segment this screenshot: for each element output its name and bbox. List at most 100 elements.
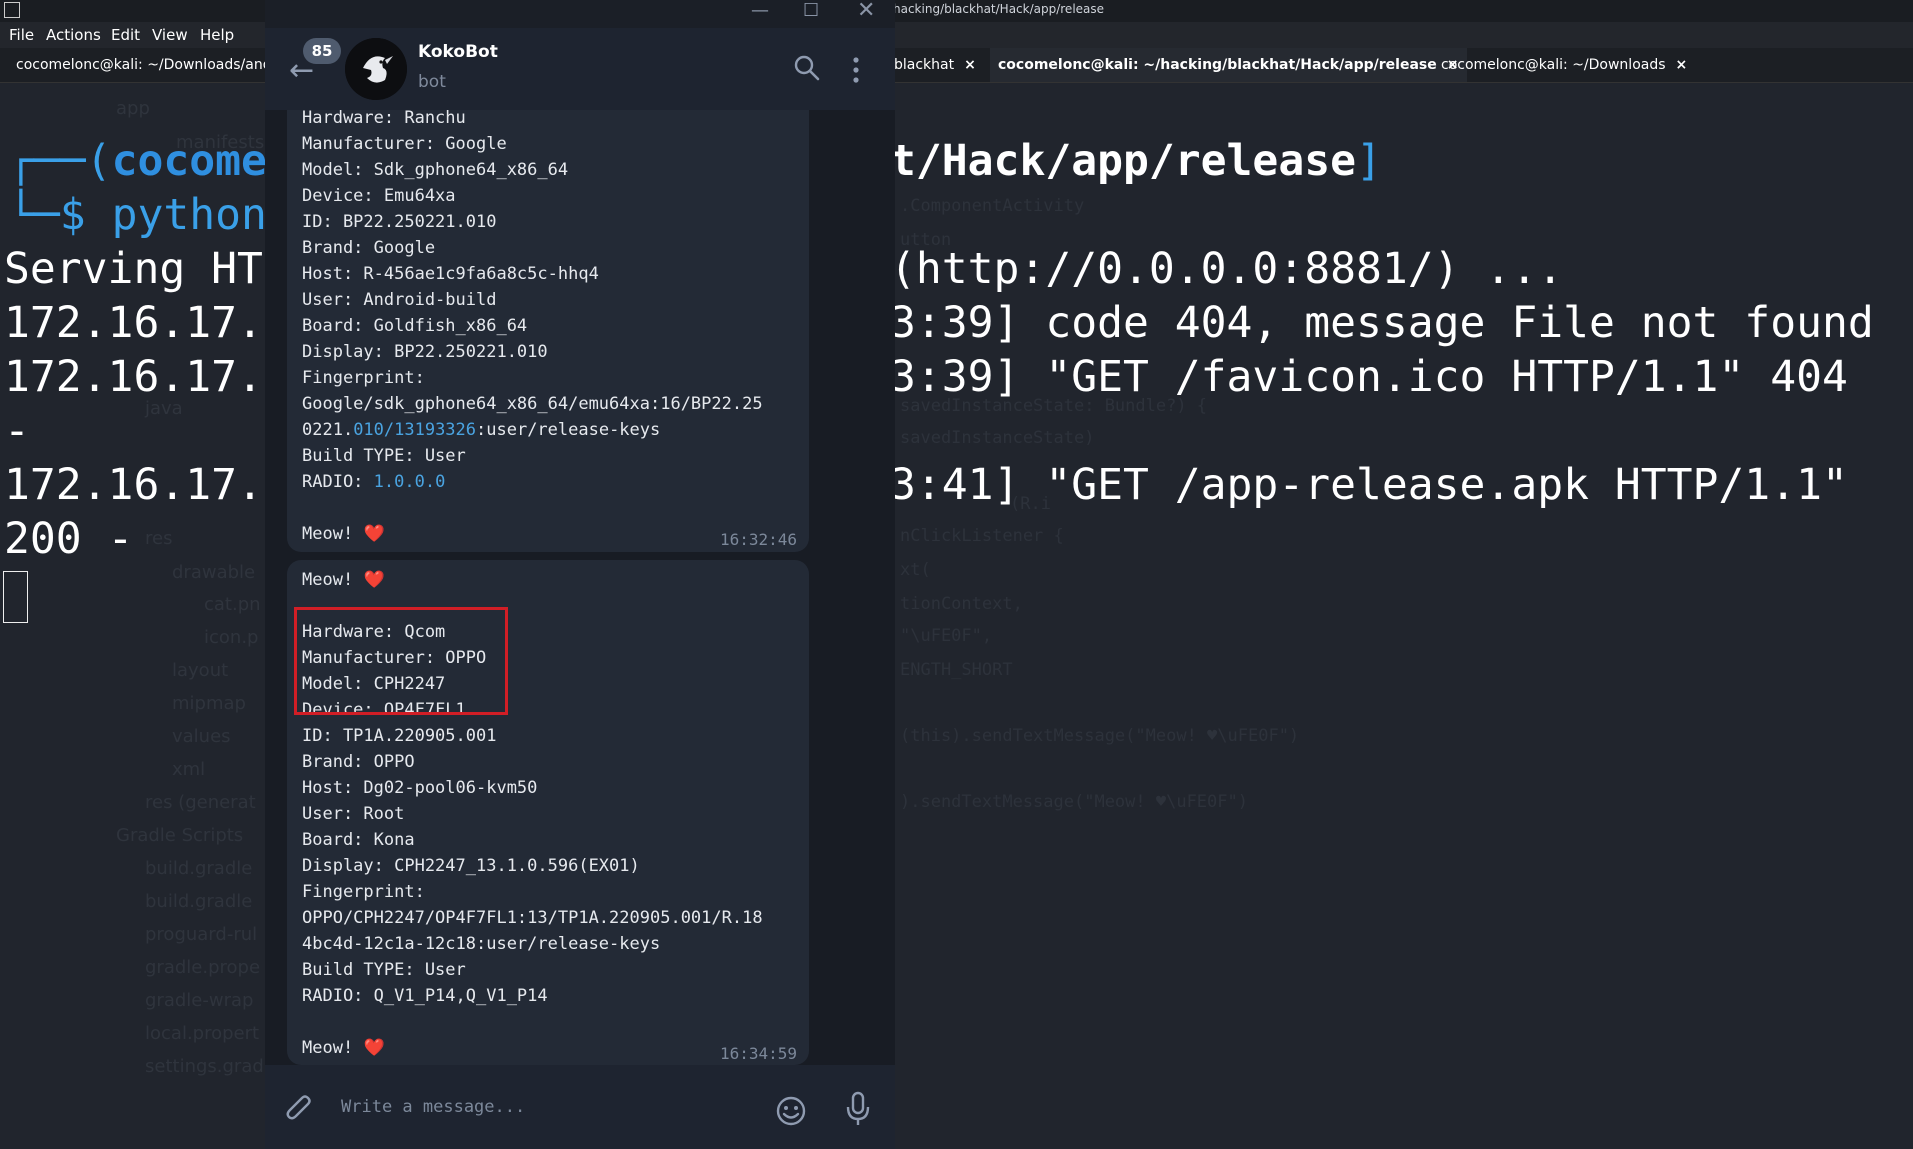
heart-icon: ❤️ <box>363 524 385 544</box>
ghost-text: settings.grad <box>145 1056 264 1077</box>
message-text-line: OPPO/CPH2247/OP4F7FL1:13/TP1A.220905.001… <box>302 908 763 928</box>
ghost-text: cat.pn <box>204 594 261 615</box>
ghost-text: (this).sendTextMessage("Meow! ♥\uFE0F") <box>900 726 1300 746</box>
ghost-text: build.gradle <box>145 891 253 912</box>
ghost-text: Gradle Scripts <box>116 825 244 846</box>
message-text-line: Google/sdk_gphone64_x86_64/emu64xa:16/BP… <box>302 394 763 414</box>
message-text-line: Device: Emu64xa <box>302 186 456 206</box>
ghost-text: gradle-wrap <box>145 990 254 1011</box>
message-text-line: Build TYPE: User <box>302 960 466 980</box>
menu-help[interactable]: Help <box>200 26 234 44</box>
ghost-text: xml <box>172 759 206 780</box>
ghost-text: proguard-rul <box>145 924 258 945</box>
text-segment: Meow! <box>302 524 354 544</box>
tab-label: blackhat <box>894 57 955 73</box>
terminal-tab[interactable]: blackhat × <box>886 48 984 82</box>
ghost-text: ).sendTextMessage("Meow! ♥\uFE0F") <box>900 792 1248 812</box>
terminal-cursor <box>3 571 28 623</box>
menu-file[interactable]: File <box>9 26 34 44</box>
minimize-icon[interactable]: — <box>751 0 769 21</box>
terminal-output-line: 200 - <box>4 514 134 564</box>
highlight-annotation-box <box>294 607 508 715</box>
message-text-line: Meow! ❤️ <box>302 570 385 590</box>
message-text-line: ID: BP22.250221.010 <box>302 212 497 232</box>
version-link[interactable]: 1.0.0.0 <box>374 472 446 492</box>
message-text-line: RADIO: 1.0.0.0 <box>302 472 445 492</box>
text-segment: 0221. <box>302 420 354 440</box>
prompt-frame: ┌──( <box>8 136 112 186</box>
close-icon[interactable]: ✕ <box>857 0 875 23</box>
microphone-icon[interactable] <box>845 1091 871 1127</box>
message-text-line: 4bc4d-12c1a-12c18:user/release-keys <box>302 934 661 954</box>
message-timestamp: 16:34:59 <box>719 1044 797 1063</box>
ghost-text: res (generat <box>145 792 256 813</box>
message-text-line: Board: Kona <box>302 830 415 850</box>
heart-icon: ❤️ <box>363 1038 385 1058</box>
prompt-command: python <box>111 190 267 240</box>
message-text-line: Brand: Google <box>302 238 436 258</box>
message-text-line: User: Root <box>302 804 405 824</box>
terminal-output-line: - <box>4 406 30 456</box>
message-text-line: Host: R-456ae1c9fa6a8c5c-hhq4 <box>302 264 599 284</box>
message-text-line: Hardware: Ranchu <box>302 110 466 128</box>
terminal-tab-active[interactable]: cocomelonc@kali: ~/hacking/blackhat/Hack… <box>990 48 1467 82</box>
message-text-line: 0221.010/13193326:user/release-keys <box>302 420 660 440</box>
terminal-output-line: 3:39] "GET /favicon.ico HTTP/1.1" 404 <box>890 352 1848 402</box>
paperclip-icon[interactable] <box>285 1093 315 1127</box>
message-text-line: Manufacturer: Google <box>302 134 507 154</box>
ghost-text: drawable <box>172 562 256 583</box>
message-text-line: Board: Goldfish_x86_64 <box>302 316 528 336</box>
message-timestamp: 16:32:46 <box>719 530 797 549</box>
message-text-line: Fingerprint: <box>302 368 425 388</box>
bird-avatar-icon <box>345 38 407 100</box>
menu-view[interactable]: View <box>152 26 188 44</box>
message-composer <box>265 1065 895 1149</box>
phone-number-link[interactable]: 010/13193326 <box>353 420 476 440</box>
ghost-text: app <box>116 98 150 119</box>
message-text-line: Host: Dg02-pool06-kvm50 <box>302 778 538 798</box>
prompt-symbol: └─$ <box>8 190 86 240</box>
more-vertical-icon[interactable] <box>851 56 861 84</box>
message-list[interactable]: Hardware: Ranchu Manufacturer: Google Mo… <box>265 110 895 1065</box>
message-text-line: RADIO: Q_V1_P14,Q_V1_P14 <box>302 986 548 1006</box>
terminal-icon <box>4 2 20 18</box>
menu-edit[interactable]: Edit <box>111 26 140 44</box>
telegram-window[interactable]: — ☐ ✕ ← 85 KokoBot bot Hardware: Ranchu <box>265 0 895 1149</box>
search-icon[interactable] <box>793 54 821 82</box>
message-text-line: Display: CPH2247_13.1.0.596(EX01) <box>302 856 640 876</box>
message-text-line: ID: TP1A.220905.001 <box>302 726 497 746</box>
unread-badge: 85 <box>303 38 341 64</box>
terminal-output-line: 172.16.17. <box>4 298 263 348</box>
tab-close-button[interactable]: × <box>964 57 976 73</box>
message-input[interactable] <box>339 1091 743 1123</box>
tab-close-button[interactable]: × <box>1676 57 1688 73</box>
prompt-user: cocome <box>111 136 267 186</box>
prompt-path-line: t/Hack/app/release] <box>890 136 1382 186</box>
heart-icon: ❤️ <box>363 570 385 590</box>
prompt-user-line: ┌──(cocome <box>8 136 267 186</box>
terminal-output-line: 172.16.17. <box>4 460 263 510</box>
ghost-text: build.gradle <box>145 858 253 879</box>
terminal-output-line: 172.16.17. <box>4 352 263 402</box>
ghost-text: icon.p <box>204 627 259 648</box>
ghost-text: "\uFE0F", <box>900 626 993 646</box>
ghost-text: res <box>145 528 173 549</box>
tab-label: cocomelonc@kali: ~/Downloads/andr <box>16 57 274 73</box>
terminal-output-line: Serving HT <box>4 244 263 294</box>
chat-title: KokoBot <box>418 42 498 62</box>
terminal-output-line: 3:41] "GET /app-release.apk HTTP/1.1" <box>890 460 1848 510</box>
chat-subtitle: bot <box>418 72 446 92</box>
tab-label: cocomelonc@kali: ~/hacking/blackhat/Hack… <box>998 57 1437 73</box>
message-text-line: User: Android-build <box>302 290 497 310</box>
prompt-frame: ] <box>1356 136 1382 186</box>
maximize-icon[interactable]: ☐ <box>803 0 819 21</box>
menu-actions[interactable]: Actions <box>46 26 101 44</box>
ghost-text: .ComponentActivity <box>900 196 1085 216</box>
terminal-tab[interactable]: cocomelonc@kali: ~/Downloads/andr <box>8 48 274 82</box>
avatar[interactable] <box>345 38 407 100</box>
emoji-icon[interactable] <box>775 1095 807 1127</box>
tab-label: cocomelonc@kali: ~/Downloads <box>1441 57 1666 73</box>
message-bubble[interactable]: Hardware: Ranchu Manufacturer: Google Mo… <box>287 110 809 552</box>
chat-header: ← 85 KokoBot bot <box>265 28 895 110</box>
terminal-tab[interactable]: cocomelonc@kali: ~/Downloads × <box>1433 48 1695 82</box>
